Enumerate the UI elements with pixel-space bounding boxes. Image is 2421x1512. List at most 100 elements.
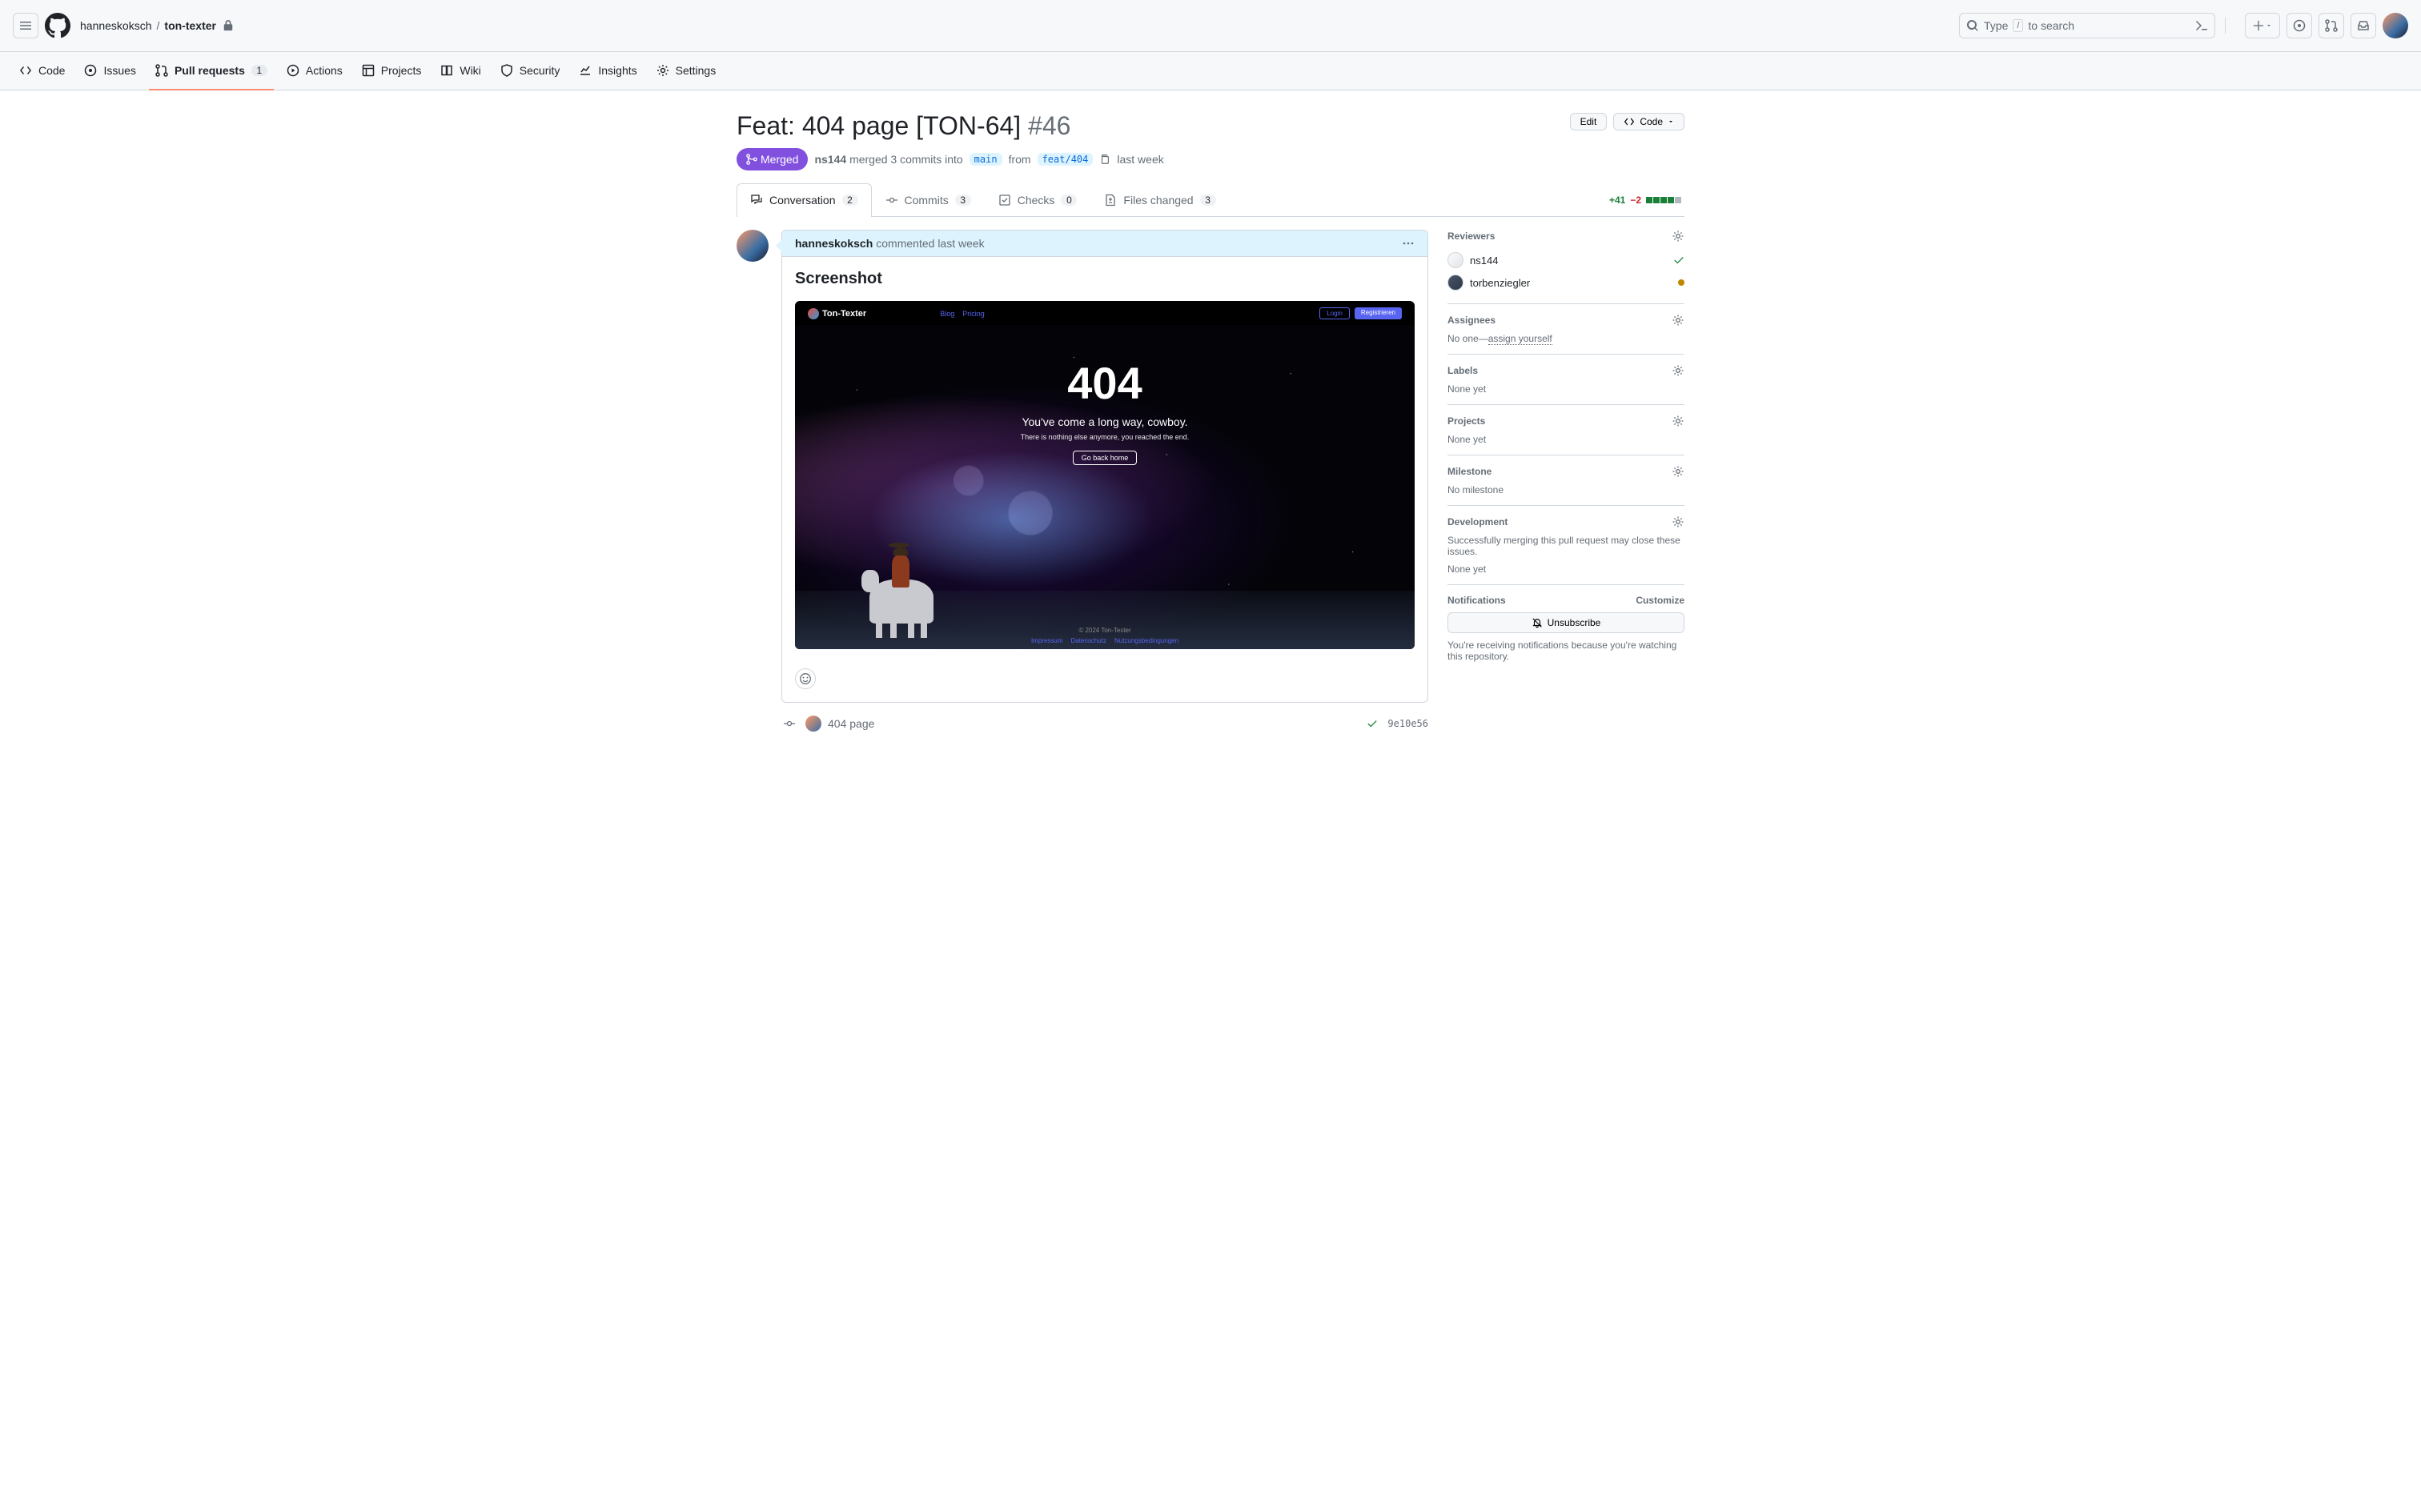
labels-gear-icon[interactable] [1672,364,1684,377]
nav-insights-label: Insights [598,64,636,77]
comment-author-avatar[interactable] [737,230,769,262]
pull-request-icon [155,64,168,77]
pull-requests-button[interactable] [2319,13,2344,38]
reviewer-row[interactable]: ns144 [1447,249,1684,271]
nav-issues-label: Issues [103,64,135,77]
global-header: hanneskoksch / ton-texter Type / to sear… [0,0,2421,52]
diff-boxes [1646,197,1681,203]
nav-wiki[interactable]: Wiki [434,52,487,90]
diff-additions: +41 [1609,195,1625,206]
ss-subtitle2: There is nothing else anymore, you reach… [1021,433,1190,441]
pr-time: last week [1117,153,1163,166]
pr-state-label: Merged [761,153,798,166]
commit-author-avatar[interactable] [805,716,821,732]
nav-security[interactable]: Security [494,52,567,90]
sidebar-projects: Projects None yet [1447,405,1684,455]
hamburger-menu-button[interactable] [13,13,38,38]
commit-message-link[interactable]: 404 page [828,717,874,730]
development-gear-icon[interactable] [1672,515,1684,528]
issue-icon [84,64,97,77]
inbox-button[interactable] [2351,13,2376,38]
commit-icon [885,194,898,207]
reviewer-avatar [1447,275,1463,291]
pr-merge-text-1: merged 3 commits into [849,153,963,166]
notifications-reason: You're receiving notifications because y… [1447,640,1684,662]
nav-issues[interactable]: Issues [78,52,142,90]
projects-gear-icon[interactable] [1672,415,1684,427]
labels-title: Labels [1447,365,1478,376]
github-logo[interactable] [45,13,70,38]
nav-pulls-label: Pull requests [175,64,245,77]
tab-conversation[interactable]: Conversation 2 [737,183,872,216]
ss-404-heading: 404 [1067,357,1142,409]
add-reaction-button[interactable] [795,668,816,689]
header-divider [2225,18,2226,34]
head-branch[interactable]: feat/404 [1038,153,1094,166]
github-mark-icon [45,13,70,38]
pr-tabs: Conversation 2 Commits 3 Checks 0 Files … [737,183,1684,217]
notifications-customize-link[interactable]: Customize [1636,595,1684,606]
tab-commits[interactable]: Commits 3 [872,183,985,216]
project-icon [362,64,375,77]
nav-insights[interactable]: Insights [572,52,643,90]
breadcrumb-repo[interactable]: ton-texter [164,19,216,32]
nav-projects[interactable]: Projects [355,52,428,90]
ss-home-button: Go back home [1073,451,1138,465]
nav-actions[interactable]: Actions [280,52,349,90]
create-new-button[interactable] [2245,13,2280,38]
reviewers-title: Reviewers [1447,231,1495,242]
pr-title-text: Feat: 404 page [TON-64] [737,111,1021,140]
assignees-gear-icon[interactable] [1672,314,1684,327]
base-branch[interactable]: main [970,153,1002,166]
pr-header: Feat: 404 page [TON-64] #46 Edit Code [737,110,1684,142]
file-diff-icon [1104,194,1117,207]
command-palette-icon[interactable] [2195,19,2208,32]
kebab-icon [1402,237,1415,250]
ss-footer: © 2024 Ton-Texter ImpressumDatenschutzNu… [795,627,1415,644]
comment-box: hanneskoksch commented last week Screens… [781,230,1428,703]
reviewer-name-link[interactable]: ns144 [1470,255,1667,267]
commit-status-check-icon[interactable] [1367,718,1378,729]
unsubscribe-button[interactable]: Unsubscribe [1447,612,1684,633]
screenshot-image[interactable]: Ton-Texter BlogPricing LoginRegistrieren… [795,301,1415,649]
ss-cowboy-illustration [869,527,942,624]
code-icon [1624,116,1635,127]
comment-action: commented [876,237,934,250]
code-button[interactable]: Code [1613,113,1684,130]
user-avatar[interactable] [2383,13,2408,38]
breadcrumb-separator: / [157,19,160,32]
comment-menu-button[interactable] [1402,237,1415,250]
milestone-gear-icon[interactable] [1672,465,1684,478]
pr-merge-text-2: from [1009,153,1031,166]
assignees-empty: No one—assign yourself [1447,333,1684,344]
nav-pull-requests[interactable]: Pull requests 1 [149,52,274,90]
breadcrumb-owner[interactable]: hanneskoksch [80,19,152,32]
search-input[interactable]: Type / to search [1959,13,2215,38]
reviewer-row[interactable]: torbenziegler [1447,271,1684,294]
sidebar-reviewers: Reviewers ns144 torbenziegler [1447,230,1684,304]
nav-code[interactable]: Code [13,52,71,90]
review-approved-icon [1673,255,1684,266]
reviewers-gear-icon[interactable] [1672,230,1684,243]
ss-nav: Ton-Texter BlogPricing LoginRegistrieren [795,301,1415,326]
issues-button[interactable] [2286,13,2312,38]
breadcrumb: hanneskoksch / ton-texter [80,19,234,32]
pr-author-link[interactable]: ns144 [814,153,846,166]
labels-empty: None yet [1447,383,1684,395]
reviewer-name-link[interactable]: torbenziegler [1470,277,1672,289]
assign-yourself-link[interactable]: assign yourself [1488,333,1552,345]
search-placeholder-text: Type [1984,19,2008,32]
commit-sha-link[interactable]: 9e10e56 [1387,718,1428,729]
bell-slash-icon [1532,617,1543,628]
nav-settings[interactable]: Settings [650,52,723,90]
play-icon [287,64,299,77]
comment-time[interactable]: last week [937,237,984,250]
comment-author-link[interactable]: hanneskoksch [795,237,873,250]
tab-checks-count: 0 [1061,195,1077,206]
edit-button[interactable]: Edit [1570,113,1608,130]
tab-files[interactable]: Files changed 3 [1090,183,1229,216]
sidebar-development: Development Successfully merging this pu… [1447,506,1684,585]
copy-branch-icon[interactable] [1099,154,1110,165]
tab-checks[interactable]: Checks 0 [985,183,1091,216]
comment-body: Screenshot Ton-Texter BlogPricing LoginR… [782,257,1427,662]
